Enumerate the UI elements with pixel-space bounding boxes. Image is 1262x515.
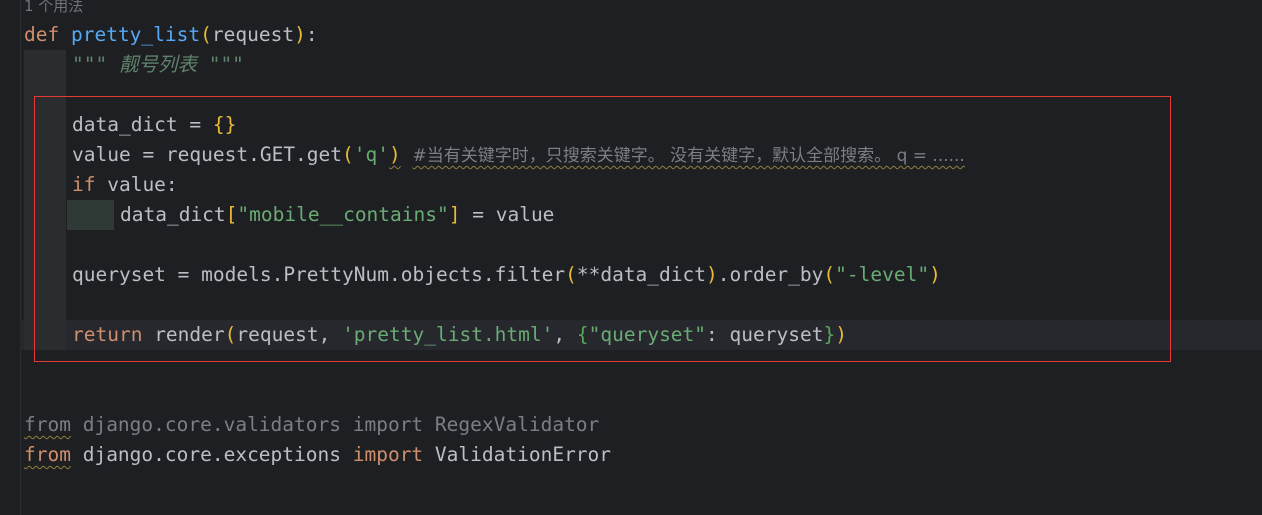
code-line-queryset[interactable]: queryset = models.PrettyNum.objects.filt… <box>72 260 941 290</box>
module-validators: django.core.validators <box>70 413 353 436</box>
comma: , <box>553 323 577 346</box>
code-line-dict-set[interactable]: data_dict["mobile__contains"] = value <box>120 200 554 230</box>
queryset-assign: queryset = models.PrettyNum.objects.filt… <box>72 263 566 286</box>
paren: ) <box>294 23 306 46</box>
code-line-return[interactable]: return render(request, 'pretty_list.html… <box>72 320 847 350</box>
code-editor[interactable]: 1 个用法 def pretty_list(request): """ 靓号列表… <box>0 0 1262 515</box>
render-args: request, <box>236 323 343 346</box>
value-assign: value = request.GET.get <box>72 143 343 166</box>
dict-brace: { <box>576 323 589 346</box>
function-name[interactable]: pretty_list <box>71 23 200 46</box>
render-call: render <box>142 323 225 346</box>
docstring: """ 靓号列表 """ <box>72 53 244 76</box>
keyword-import: import <box>352 443 424 466</box>
keyword-from: from <box>24 413 71 436</box>
code-comment: #当有关键字时，只搜索关键字。 没有关键字，默认全部搜索。 q = ...... <box>412 146 965 166</box>
paren: ) <box>705 263 718 286</box>
keyword-import: import <box>352 413 424 436</box>
keyword-return: return <box>72 323 143 346</box>
keyword-def: def <box>24 23 60 46</box>
data-dict-assign: data_dict = <box>72 113 213 136</box>
bracket: [ <box>225 203 238 226</box>
code-line-if[interactable]: if value: <box>72 170 178 200</box>
paren: ) <box>929 263 941 286</box>
paren: ( <box>224 323 237 346</box>
code-line-data-dict[interactable]: data_dict = {} <box>72 110 236 140</box>
paren: ) <box>389 143 401 166</box>
paren: ( <box>565 263 577 286</box>
paren: ) <box>835 323 847 346</box>
order-by-call: .order_by <box>717 263 824 286</box>
if-condition: value: <box>95 173 178 196</box>
assign-value: = value <box>460 203 555 226</box>
paren: ( <box>200 23 212 46</box>
string-template: 'pretty_list.html' <box>342 323 554 346</box>
code-line-value[interactable]: value = request.GET.get('q') #当有关键字时，只搜索… <box>72 140 965 170</box>
keyword-if: if <box>72 173 96 196</box>
string-q: 'q' <box>353 143 390 166</box>
code-line-def[interactable]: def pretty_list(request): <box>24 20 318 50</box>
string-mobile-contains: "mobile__contains" <box>237 203 449 226</box>
module-exceptions: django.core.exceptions <box>70 443 353 466</box>
colon: : <box>305 23 318 46</box>
import-name-validationerror: ValidationError <box>423 443 612 466</box>
paren: ( <box>342 143 354 166</box>
code-line-import-exceptions[interactable]: from django.core.exceptions import Valid… <box>24 440 611 470</box>
param-request: request <box>211 23 295 46</box>
import-name-regexvalidator: RegexValidator <box>423 413 600 436</box>
braces: {} <box>212 113 237 136</box>
code-line-import-validators[interactable]: from django.core.validators import Regex… <box>24 410 599 440</box>
dict-value: : queryset <box>706 323 824 346</box>
indent-guide <box>24 50 66 350</box>
bracket: ] <box>448 203 461 226</box>
code-line-docstring[interactable]: """ 靓号列表 """ <box>72 50 244 80</box>
dict-brace: } <box>823 323 836 346</box>
keyword-from: from <box>24 443 71 466</box>
data-dict-ref: data_dict <box>120 203 226 226</box>
string-queryset-key: "queryset" <box>588 323 707 346</box>
filter-args: **data_dict <box>576 263 706 286</box>
string-level: "-level" <box>835 263 930 286</box>
usage-hint[interactable]: 1 个用法 <box>24 0 83 21</box>
indent-guide-nested <box>67 200 114 230</box>
editor-gutter[interactable] <box>0 0 21 515</box>
paren: ( <box>823 263 836 286</box>
